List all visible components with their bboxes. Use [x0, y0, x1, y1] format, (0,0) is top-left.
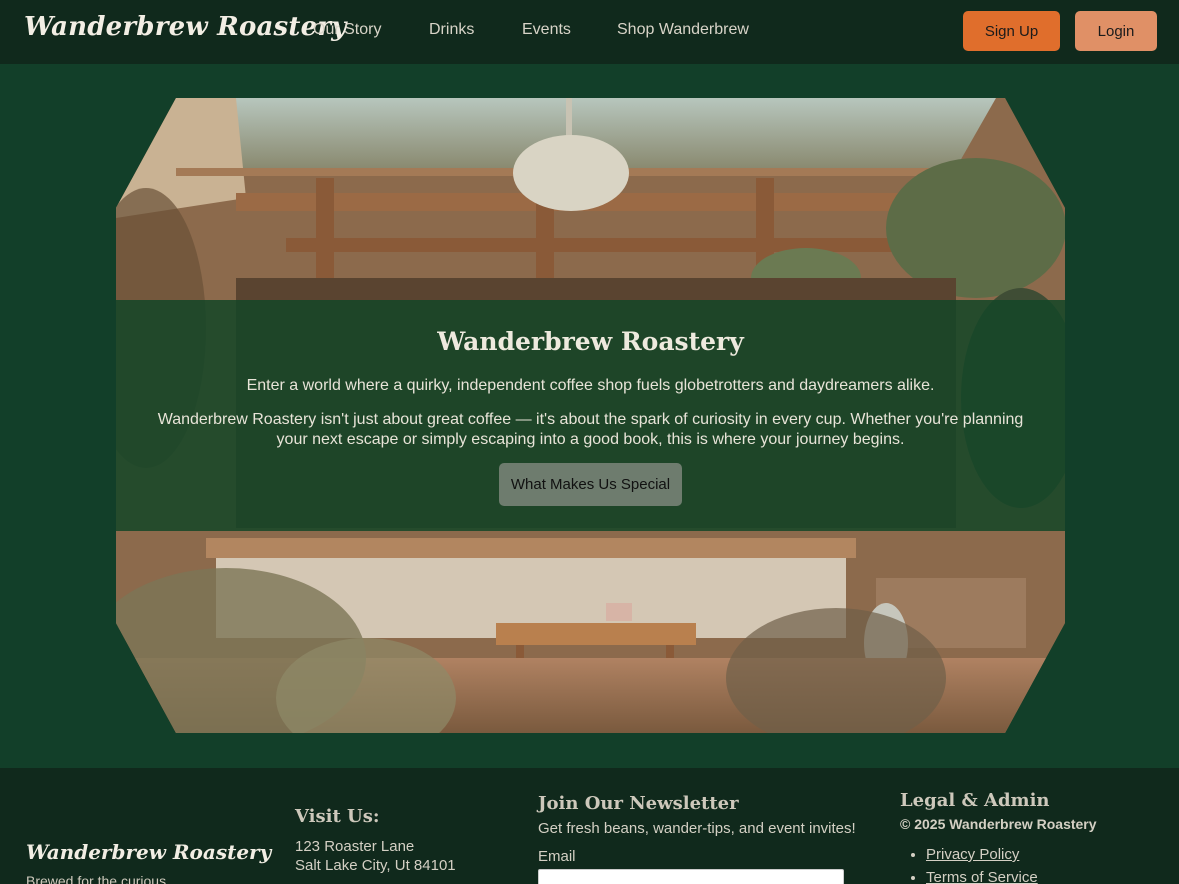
legal-list-item: Terms of Service — [926, 869, 1038, 884]
privacy-policy-link[interactable]: Privacy Policy — [926, 846, 1019, 863]
nav-link-drinks[interactable]: Drinks — [429, 21, 474, 39]
site-footer: Wanderbrew Roastery Brewed for the curio… — [0, 768, 1179, 884]
sign-up-button[interactable]: Sign Up — [963, 11, 1060, 51]
terms-of-service-link[interactable]: Terms of Service — [926, 869, 1038, 884]
login-button[interactable]: Login — [1075, 11, 1157, 51]
visit-us-heading: Visit Us: — [295, 806, 380, 827]
brand-logo[interactable]: Wanderbrew Roastery — [24, 12, 347, 42]
legal-list-item: Privacy Policy — [926, 846, 1038, 863]
nav-link-events[interactable]: Events — [522, 21, 571, 39]
hero-subtitle: Enter a world where a quirky, independen… — [246, 377, 935, 394]
nav-link-shop[interactable]: Shop Wanderbrew — [617, 21, 749, 39]
footer-brand[interactable]: Wanderbrew Roastery — [26, 840, 271, 864]
top-nav: Wanderbrew Roastery Our Story Drinks Eve… — [0, 0, 1179, 64]
legal-links: Privacy Policy Terms of Service — [912, 846, 1038, 884]
address-line-2: Salt Lake City, Ut 84101 — [295, 857, 456, 874]
legal-heading: Legal & Admin — [900, 790, 1050, 811]
hero-section: Wanderbrew Roastery Enter a world where … — [116, 98, 1065, 733]
hero-title: Wanderbrew Roastery — [437, 327, 744, 356]
footer-tagline: Brewed for the curious — [26, 873, 167, 884]
what-makes-us-special-button[interactable]: What Makes Us Special — [499, 463, 682, 506]
email-label: Email — [538, 848, 576, 865]
address-line-1: 123 Roaster Lane — [295, 838, 415, 855]
nav-link-our-story[interactable]: Our Story — [313, 21, 381, 39]
email-input[interactable] — [538, 869, 844, 884]
hero-description: Wanderbrew Roastery isn't just about gre… — [157, 411, 1024, 448]
newsletter-text: Get fresh beans, wander-tips, and event … — [538, 820, 856, 837]
newsletter-heading: Join Our Newsletter — [538, 793, 739, 814]
copyright-text: © 2025 Wanderbrew Roastery — [900, 816, 1097, 832]
